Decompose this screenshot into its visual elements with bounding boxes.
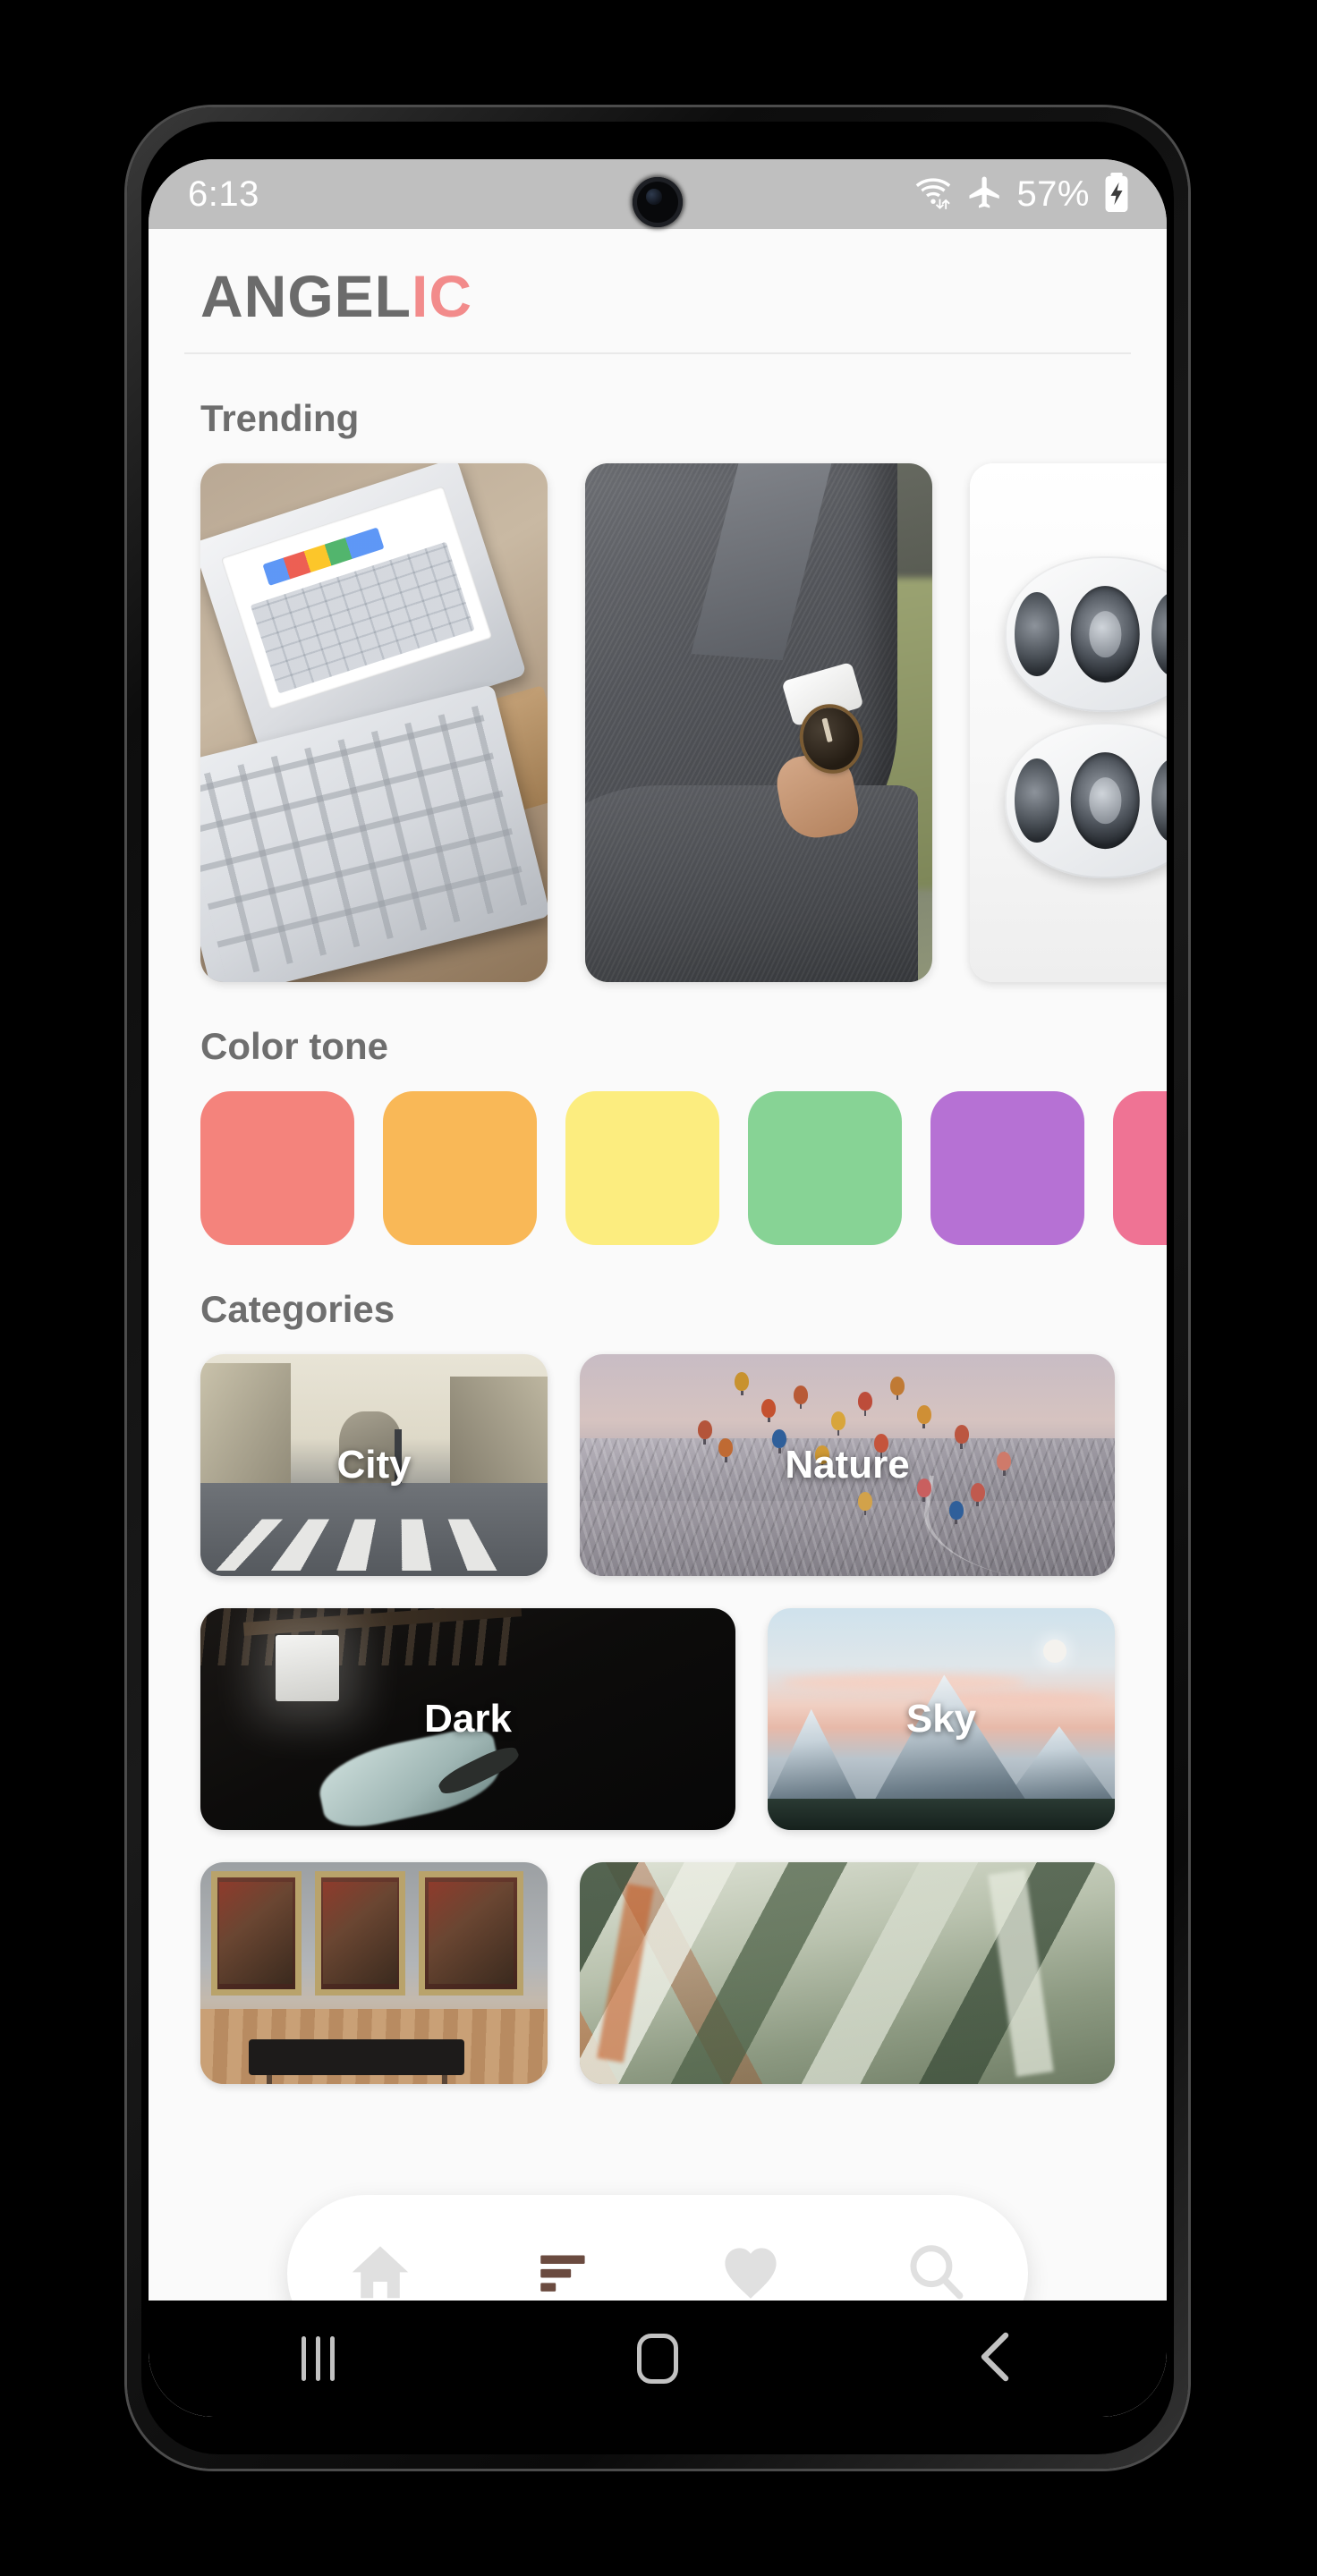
airplane-mode-icon: [966, 174, 1004, 216]
trending-card-art: [970, 463, 1167, 982]
battery-percent-text: 57%: [1016, 174, 1090, 214]
category-label: City: [336, 1443, 412, 1487]
category-label: Sky: [905, 1697, 977, 1741]
color-swatch-orange[interactable]: [383, 1091, 537, 1245]
category-card-art: [200, 1862, 548, 2084]
category-card-nature[interactable]: Nature: [580, 1354, 1115, 1576]
categories-row: City Nature: [200, 1354, 1115, 1576]
android-back-button[interactable]: [925, 2316, 1068, 2402]
trending-section-title: Trending: [200, 397, 360, 439]
categories-grid: City Nature Dark Sky: [149, 1354, 1167, 2084]
categories-row: [200, 1862, 1115, 2084]
search-icon: [902, 2238, 970, 2310]
color-swatch-purple[interactable]: [930, 1091, 1084, 1245]
trending-card-art: [200, 463, 548, 982]
category-label: Nature: [785, 1443, 910, 1487]
app-title-part2: IC: [412, 263, 472, 329]
front-camera-punch-hole: [633, 177, 683, 227]
category-card-abstract-paint[interactable]: [580, 1862, 1115, 2084]
app-header: ANGELIC: [184, 229, 1131, 354]
color-tone-section-title: Color tone: [200, 1025, 388, 1067]
category-card-dark[interactable]: Dark: [200, 1608, 735, 1830]
trending-card-art: [585, 463, 932, 982]
android-recents-button[interactable]: [247, 2316, 390, 2402]
categories-row: Dark Sky: [200, 1608, 1115, 1830]
category-card-sky[interactable]: Sky: [768, 1608, 1115, 1830]
status-bar: 6:13 57%: [149, 159, 1167, 229]
home-icon: [636, 2334, 678, 2384]
app-title-part1: ANGEL: [200, 263, 412, 329]
category-card-city[interactable]: City: [200, 1354, 548, 1576]
trending-carousel[interactable]: [149, 463, 1167, 982]
android-home-button[interactable]: [586, 2316, 729, 2402]
category-card-art: [580, 1862, 1115, 2084]
category-label: Dark: [424, 1697, 512, 1741]
categories-section-title: Categories: [200, 1288, 395, 1330]
app-content: ANGELIC Trending Color tone Categories C…: [149, 229, 1167, 2417]
page-title: ANGELIC: [200, 267, 1115, 326]
category-card-museum-gallery[interactable]: [200, 1862, 548, 2084]
status-bar-indicators: 57%: [913, 172, 1131, 217]
color-swatch-coral[interactable]: [200, 1091, 354, 1245]
color-swatch-yellow[interactable]: [565, 1091, 719, 1245]
phone-screen: 6:13 57% ANGELIC Trending Color tone Cat…: [149, 159, 1167, 2417]
filter-icon: [532, 2239, 599, 2309]
wifi-data-icon: [913, 174, 954, 215]
color-swatch-pink[interactable]: [1113, 1091, 1167, 1245]
trending-card-man-grey-suit-watch[interactable]: [585, 463, 932, 982]
battery-charging-icon: [1102, 172, 1131, 217]
trending-card-tablet-keyboard-desk[interactable]: [200, 463, 548, 982]
back-icon: [975, 2330, 1018, 2388]
recents-icon: [302, 2336, 336, 2381]
android-system-navigation: [149, 2301, 1167, 2417]
color-tone-carousel[interactable]: [149, 1091, 1167, 1245]
color-swatch-green[interactable]: [748, 1091, 902, 1245]
status-bar-time: 6:13: [188, 174, 259, 214]
trending-card-white-fidget-spinners[interactable]: [970, 463, 1167, 982]
